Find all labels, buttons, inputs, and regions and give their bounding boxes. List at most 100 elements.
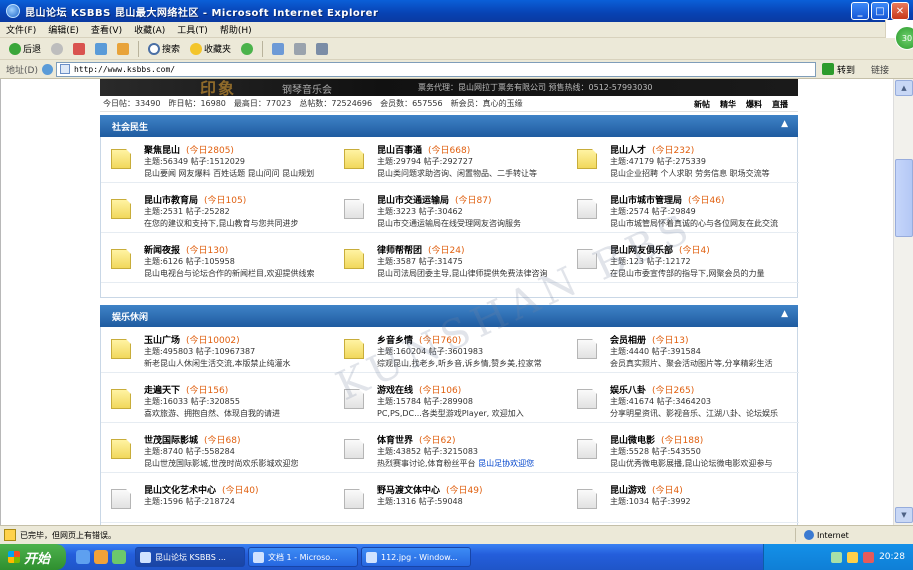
mail-button[interactable] bbox=[269, 42, 287, 55]
refresh-button[interactable] bbox=[92, 42, 110, 55]
forum-description: 昆山类问题求助咨询、闲置物品、二手转让等 bbox=[377, 169, 537, 178]
quick-link-digest[interactable]: 精华 bbox=[720, 99, 736, 110]
menu-edit[interactable]: 编辑(E) bbox=[42, 23, 85, 36]
task-image-viewer[interactable]: 112.jpg - Window... bbox=[361, 547, 471, 567]
forum-name[interactable]: 会员相册 (今日13) bbox=[610, 333, 689, 346]
forum-item[interactable]: 游戏在线 (今日106) 主题:15784 帖子:289908 PC,PS,DC.… bbox=[334, 377, 566, 423]
task-word[interactable]: 文档 1 - Microso... bbox=[248, 547, 358, 567]
ie-launch-icon[interactable] bbox=[76, 550, 90, 564]
section-header-entertainment[interactable]: 娱乐休闲 ▲ bbox=[100, 305, 798, 327]
forum-item[interactable]: 玉山广场 (今日10002) 主题:495803 帖子:10967387 新老昆山… bbox=[101, 327, 333, 373]
quick-link-live[interactable]: 直播 bbox=[772, 99, 788, 110]
forum-item[interactable]: 律师帮帮团 (今日24) 主题:3587 帖子:31475 昆山司法局团委主导,昆… bbox=[334, 237, 566, 283]
forum-today-count: (今日265) bbox=[652, 386, 695, 396]
scroll-down-icon[interactable]: ▼ bbox=[895, 507, 913, 523]
forum-item[interactable]: 聚焦昆山 (今日2805) 主题:56349 帖子:1512029 昆山要闻 网友… bbox=[101, 137, 333, 183]
forum-name[interactable]: 体育世界 (今日62) bbox=[377, 433, 456, 446]
favorites-button[interactable]: 收藏夹 bbox=[187, 42, 234, 55]
forum-name[interactable]: 昆山市教育局 (今日105) bbox=[144, 193, 246, 206]
section-header-society[interactable]: 社会民生 ▲ bbox=[100, 115, 798, 137]
forum-name[interactable]: 昆山微电影 (今日188) bbox=[610, 433, 703, 446]
forum-stats: 主题:56349 帖子:1512029 bbox=[144, 157, 246, 166]
menu-view[interactable]: 查看(V) bbox=[85, 23, 128, 36]
forum-name[interactable]: 昆山百事通 (今日668) bbox=[377, 143, 470, 156]
forum-item[interactable]: 会员相册 (今日13) 主题:4440 帖子:391584 会员真实照片、聚会活动… bbox=[567, 327, 799, 373]
close-button[interactable]: ✕ bbox=[891, 2, 909, 20]
forum-name[interactable]: 乡音乡情 (今日760) bbox=[377, 333, 461, 346]
stat-new-member[interactable]: 新会员：真心的玉缘 bbox=[451, 98, 523, 109]
forum-name[interactable]: 走遍天下 (今日156) bbox=[144, 383, 228, 396]
maximize-button[interactable]: □ bbox=[871, 2, 889, 20]
go-arrow-icon[interactable] bbox=[821, 63, 834, 75]
forum-desc-link[interactable]: 昆山足协欢迎您 bbox=[478, 459, 534, 468]
forum-name[interactable]: 玉山广场 (今日10002) bbox=[144, 333, 240, 346]
forum-item[interactable]: 昆山网友俱乐部 (今日4) 主题:123 帖子:12172 在昆山市委宣传部的指导… bbox=[567, 237, 799, 283]
overlay-badge-icon: 30 bbox=[895, 26, 913, 50]
forum-name[interactable]: 游戏在线 (今日106) bbox=[377, 383, 461, 396]
app-launch-icon[interactable] bbox=[112, 550, 126, 564]
page-security-icon[interactable] bbox=[41, 63, 53, 75]
forum-name[interactable]: 昆山游戏 (今日4) bbox=[610, 483, 683, 496]
tray-security-icon[interactable] bbox=[863, 551, 875, 563]
forum-row: 聚焦昆山 (今日2805) 主题:56349 帖子:1512029 昆山要闻 网友… bbox=[101, 137, 799, 183]
print-button[interactable] bbox=[291, 42, 309, 55]
forum-name[interactable]: 昆山市交通运输局 (今日87) bbox=[377, 193, 492, 206]
forum-item[interactable]: 新闻夜报 (今日130) 主题:6126 帖子:105958 昆山电视台与论坛合作… bbox=[101, 237, 333, 283]
forum-name[interactable]: 聚焦昆山 (今日2805) bbox=[144, 143, 234, 156]
forum-item[interactable]: 昆山百事通 (今日668) 主题:29794 帖子:292727 昆山类问题求助咨… bbox=[334, 137, 566, 183]
forum-name[interactable]: 昆山网友俱乐部 (今日4) bbox=[610, 243, 710, 256]
window-titlebar[interactable]: 昆山论坛 KSBBS 昆山最大网络社区 - Microsoft Internet… bbox=[0, 0, 913, 22]
forum-item[interactable]: 昆山市城市管理局 (今日46) 主题:2574 帖子:29849 昆山市城管局怀着… bbox=[567, 187, 799, 233]
tray-app-icon[interactable] bbox=[831, 551, 843, 563]
edit-button[interactable] bbox=[313, 42, 331, 55]
forum-item[interactable]: 昆山市教育局 (今日105) 主题:2531 帖子:25282 在您的建议和支持下… bbox=[101, 187, 333, 233]
forward-button[interactable] bbox=[48, 42, 66, 55]
stop-button[interactable] bbox=[70, 42, 88, 55]
forum-item[interactable]: 野马渡文体中心 (今日49) 主题:1316 帖子:59048 bbox=[334, 477, 566, 523]
forum-item[interactable]: 昆山市交通运输局 (今日87) 主题:3223 帖子:30462 昆山市交通运输局… bbox=[334, 187, 566, 233]
forum-name[interactable]: 昆山人才 (今日232) bbox=[610, 143, 694, 156]
scroll-thumb[interactable] bbox=[895, 159, 913, 237]
menu-help[interactable]: 帮助(H) bbox=[214, 23, 258, 36]
menu-tools[interactable]: 工具(T) bbox=[171, 23, 214, 36]
scroll-up-icon[interactable]: ▲ bbox=[895, 80, 913, 96]
minimize-button[interactable]: _ bbox=[851, 2, 869, 20]
menu-file[interactable]: 文件(F) bbox=[0, 23, 42, 36]
forum-name[interactable]: 昆山文化艺术中心 (今日40) bbox=[144, 483, 259, 496]
forum-item[interactable]: 昆山游戏 (今日4) 主题:1034 帖子:3992 bbox=[567, 477, 799, 523]
forum-name[interactable]: 昆山市城市管理局 (今日46) bbox=[610, 193, 725, 206]
forum-item[interactable]: 昆山人才 (今日232) 主题:47179 帖子:275339 昆山企业招聘 个人… bbox=[567, 137, 799, 183]
forum-name[interactable]: 野马渡文体中心 (今日49) bbox=[377, 483, 483, 496]
forum-item[interactable]: 世茂国际影城 (今日68) 主题:8740 帖子:558284 昆山世茂国际影城,… bbox=[101, 427, 333, 473]
forum-item[interactable]: 昆山文化艺术中心 (今日40) 主题:1596 帖子:218724 bbox=[101, 477, 333, 523]
address-input[interactable]: http://www.ksbbs.com/ bbox=[55, 61, 816, 77]
page-viewport: 印象 钢琴音乐会 票务代理：昆山网拉丁票务有限公司 预售热线：0512-5799… bbox=[0, 79, 893, 525]
history-button[interactable] bbox=[238, 42, 256, 55]
vertical-scrollbar[interactable]: ▲ ▼ bbox=[893, 79, 913, 525]
forum-name[interactable]: 娱乐八卦 (今日265) bbox=[610, 383, 694, 396]
forum-name[interactable]: 世茂国际影城 (今日68) bbox=[144, 433, 241, 446]
forum-name[interactable]: 新闻夜报 (今日130) bbox=[144, 243, 228, 256]
warning-icon[interactable] bbox=[4, 529, 16, 541]
forum-item[interactable]: 乡音乡情 (今日760) 主题:160204 帖子:3601983 综观昆山,找老… bbox=[334, 327, 566, 373]
forum-item[interactable]: 走遍天下 (今日156) 主题:16033 帖子:320855 喜欢旅游、拥抱自然… bbox=[101, 377, 333, 423]
quick-link-tips[interactable]: 爆料 bbox=[746, 99, 762, 110]
start-button[interactable]: 开始 bbox=[0, 544, 66, 570]
home-button[interactable] bbox=[114, 42, 132, 55]
back-button[interactable]: 后退 bbox=[6, 42, 44, 55]
forum-item[interactable]: 娱乐八卦 (今日265) 主题:41674 帖子:3464203 分享明星资讯、影… bbox=[567, 377, 799, 423]
task-ie[interactable]: 昆山论坛 KSBBS ... bbox=[135, 547, 245, 567]
menu-favorites[interactable]: 收藏(A) bbox=[128, 23, 171, 36]
forum-name[interactable]: 律师帮帮团 (今日24) bbox=[377, 243, 465, 256]
search-button[interactable]: 搜索 bbox=[145, 42, 183, 55]
forum-item[interactable]: 体育世界 (今日62) 主题:43852 帖子:3215083 热烈赛事讨论,体育… bbox=[334, 427, 566, 473]
forum-item[interactable]: 昆山微电影 (今日188) 主题:5528 帖子:543550 昆山优秀微电影展播… bbox=[567, 427, 799, 473]
concert-banner[interactable]: 印象 钢琴音乐会 票务代理：昆山网拉丁票务有限公司 预售热线：0512-5799… bbox=[100, 79, 798, 96]
collapse-icon[interactable]: ▲ bbox=[781, 309, 788, 319]
go-button[interactable]: 转到 bbox=[837, 63, 855, 76]
tray-volume-icon[interactable] bbox=[847, 551, 859, 563]
links-button[interactable]: 链接 bbox=[871, 63, 889, 76]
quick-link-new[interactable]: 新帖 bbox=[694, 99, 710, 110]
collapse-icon[interactable]: ▲ bbox=[781, 119, 788, 129]
media-launch-icon[interactable] bbox=[94, 550, 108, 564]
